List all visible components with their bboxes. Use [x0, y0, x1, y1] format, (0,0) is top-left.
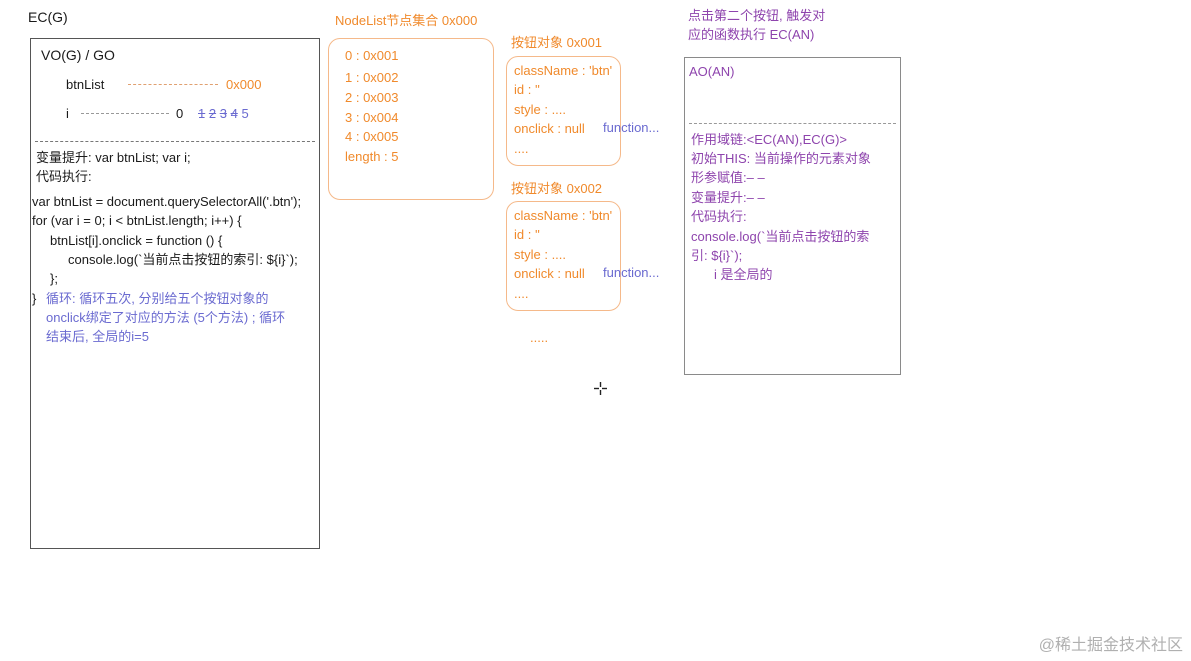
- ao-title: AO(AN): [689, 64, 735, 79]
- btn1-onclick: onclick : null: [514, 121, 585, 136]
- i-value-initial: 0: [176, 106, 184, 121]
- btn2-box: className : 'btn' id : '' style : .... o…: [506, 201, 621, 311]
- btn1-function: function...: [603, 120, 660, 135]
- btn2-title: 按钮对象 0x002: [511, 181, 603, 196]
- hoisting-line: 变量提升: var btnList; var i;: [36, 150, 191, 165]
- ao-this: 初始THIS: 当前操作的元素对象: [691, 151, 871, 166]
- btn2-style: style : ....: [514, 247, 567, 262]
- nodelist-item-4: 4 : 0x005: [345, 129, 399, 144]
- loop-note-3: 结束后, 全局的i=5: [46, 329, 149, 344]
- nodelist-item-0: 0 : 0x001: [345, 48, 399, 63]
- btnlist-var: btnList: [66, 77, 105, 92]
- code-line-5: };: [50, 271, 58, 286]
- nodelist-length: length : 5: [345, 149, 399, 164]
- nodelist-box: 0 : 0x001 1 : 0x002 2 : 0x003 3 : 0x004 …: [328, 38, 494, 200]
- global-divider: [35, 141, 315, 142]
- i-value-2: 2: [208, 106, 217, 121]
- btn2-id: id : '': [514, 227, 540, 242]
- btn1-more: ....: [514, 141, 529, 156]
- code-line-3: btnList[i].onclick = function () {: [50, 233, 223, 248]
- code-closing-brace: }: [32, 291, 37, 306]
- ao-scope-chain: 作用域链:<EC(AN),EC(G)>: [691, 132, 848, 147]
- i-value-history: 1 2 3 4 5: [198, 106, 249, 122]
- i-value-4: 4: [230, 106, 238, 121]
- nodelist-item-1: 1 : 0x002: [345, 70, 399, 85]
- crosshair-cursor-icon: [594, 382, 607, 395]
- btn1-id: id : '': [514, 82, 540, 97]
- btn2-function: function...: [603, 265, 660, 280]
- i-arrow: [81, 113, 169, 114]
- i-value-1: 1: [198, 106, 206, 121]
- btn2-more: ....: [514, 286, 529, 301]
- btn2-classname: className : 'btn': [514, 208, 613, 223]
- ao-box: AO(AN) 作用域链:<EC(AN),EC(G)> 初始THIS: 当前操作的…: [684, 57, 901, 375]
- ao-exec-title: 代码执行:: [691, 209, 747, 224]
- vo-title: VO(G) / GO: [41, 47, 115, 63]
- code-line-1: var btnList = document.querySelectorAll(…: [32, 194, 302, 209]
- i-value-3: 3: [219, 106, 227, 121]
- ao-code-line-1: console.log(`当前点击按钮的索: [691, 229, 870, 244]
- loop-note-1: 循环: 循环五次, 分别给五个按钮对象的: [46, 291, 269, 306]
- ao-hoisting: 变量提升:– –: [691, 190, 765, 205]
- ao-i-note: i 是全局的: [714, 267, 773, 282]
- loop-note-2: onclick绑定了对应的方法 (5个方法) ; 循环: [46, 310, 286, 325]
- exec-title: 代码执行:: [36, 169, 92, 184]
- ao-params: 形参赋值:– –: [691, 170, 765, 185]
- nodelist-item-2: 2 : 0x003: [345, 90, 399, 105]
- btn2-onclick: onclick : null: [514, 266, 585, 281]
- code-line-4: console.log(`当前点击按钮的索引: ${i}`);: [68, 252, 298, 267]
- btn1-style: style : ....: [514, 102, 567, 117]
- nodelist-title: NodeList节点集合 0x000: [335, 13, 478, 28]
- code-line-2: for (var i = 0; i < btnList.length; i++)…: [32, 213, 242, 228]
- watermark: @稀土掘金技术社区: [1038, 637, 1183, 654]
- btn1-classname: className : 'btn': [514, 63, 613, 78]
- btn1-title: 按钮对象 0x001: [511, 35, 603, 50]
- ao-divider: [689, 123, 896, 124]
- ao-code-line-2: 引: ${i}`);: [691, 248, 743, 263]
- more-buttons-ellipsis: .....: [530, 330, 549, 345]
- i-var: i: [66, 106, 69, 121]
- btnlist-address: 0x000: [226, 77, 262, 92]
- nodelist-item-3: 3 : 0x004: [345, 110, 399, 125]
- ec-global-label: EC(G): [28, 9, 68, 25]
- i-value-final: 5: [241, 106, 249, 121]
- btnlist-arrow: [128, 84, 218, 85]
- click-note-1: 点击第二个按钮, 触发对: [688, 8, 826, 23]
- click-note-2: 应的函数执行 EC(AN): [688, 27, 815, 42]
- btn1-box: className : 'btn' id : '' style : .... o…: [506, 56, 621, 166]
- global-context-box: VO(G) / GO btnList 0x000 i 0 1 2 3 4 5 变…: [30, 38, 320, 549]
